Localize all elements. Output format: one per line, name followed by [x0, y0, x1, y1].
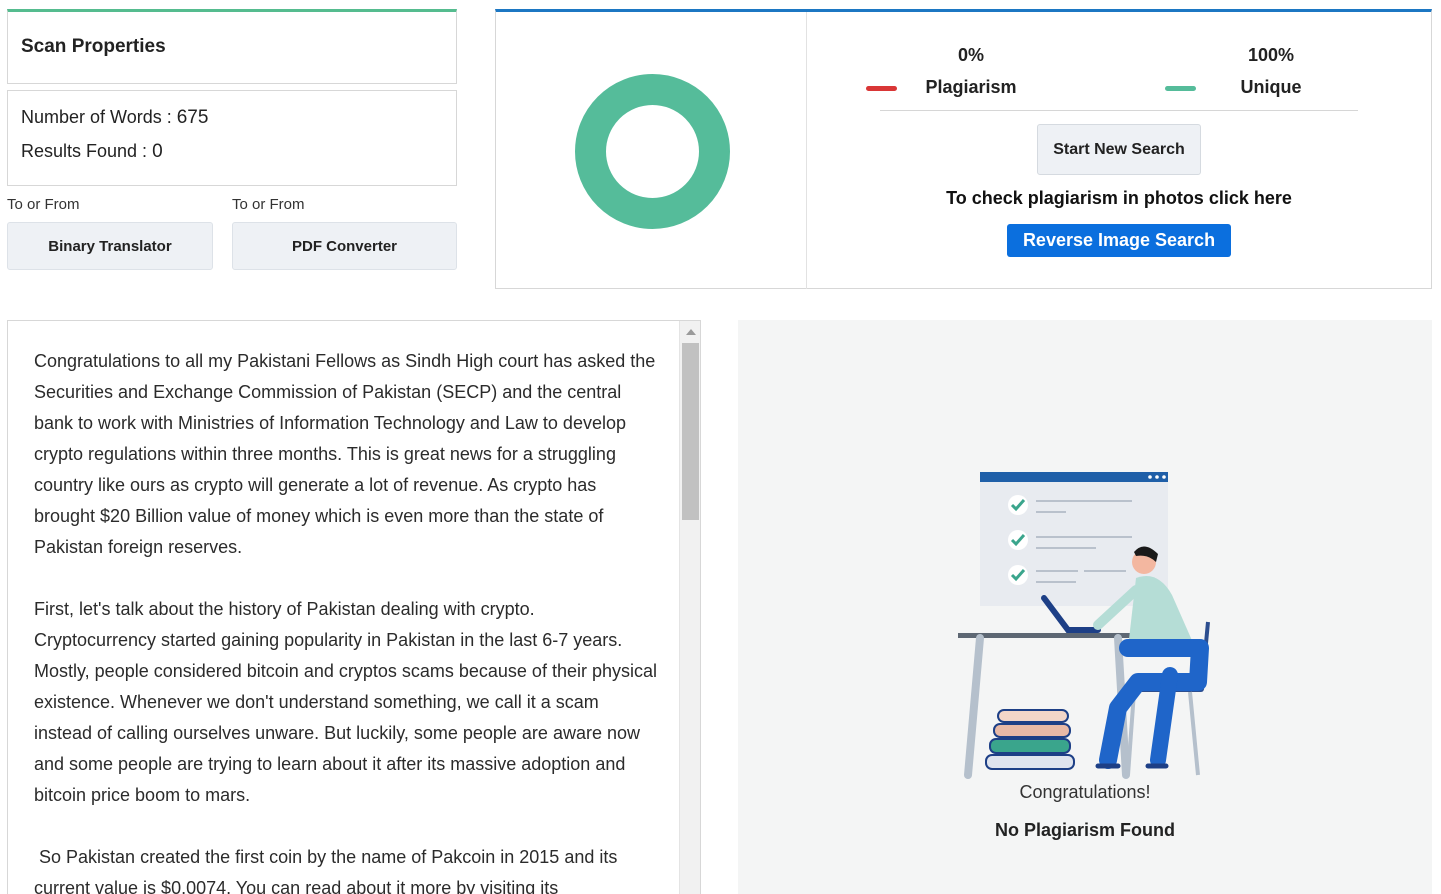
congratulations-text: Congratulations!	[1019, 782, 1151, 802]
pdf-tool-label: To or From	[232, 196, 305, 213]
unique-label: Unique	[1240, 77, 1302, 97]
results-panel: 0% Plagiarism 100% Unique Start New Sear…	[495, 9, 1432, 289]
book-stack-icon	[985, 709, 1075, 770]
photo-check-text: To check plagiarism in photos click here	[946, 188, 1292, 208]
result-illustration-panel: Congratulations! No Plagiarism Found	[738, 320, 1432, 894]
scanned-text-panel[interactable]: Congratulations to all my Pakistani Fell…	[7, 320, 701, 894]
word-count-label: Number of Words :	[21, 107, 177, 127]
word-count-value: 675	[176, 107, 209, 128]
text-paragraph: First, let's talk about the history of P…	[34, 599, 657, 805]
scan-stats: Number of Words : 675 Results Found : 0	[7, 90, 457, 186]
results-found: Results Found : 0	[21, 141, 163, 163]
text-paragraph: Congratulations to all my Pakistani Fell…	[34, 351, 656, 557]
no-plagiarism-text: No Plagiarism Found	[994, 820, 1176, 840]
unique-legend-swatch	[1165, 86, 1196, 91]
results-donut-chart	[575, 74, 730, 229]
metrics-divider	[880, 110, 1358, 111]
pdf-converter-button[interactable]: PDF Converter	[232, 222, 457, 270]
scroll-up-arrow-icon[interactable]	[686, 329, 696, 335]
binary-tool-label: To or From	[7, 196, 80, 213]
binary-translator-button[interactable]: Binary Translator	[7, 222, 213, 270]
word-count: Number of Words : 675	[21, 107, 208, 129]
unique-ring	[575, 74, 730, 229]
scan-properties-title: Scan Properties	[21, 36, 166, 57]
start-new-search-button[interactable]: Start New Search	[1037, 124, 1201, 175]
reverse-image-search-button[interactable]: Reverse Image Search	[1007, 224, 1231, 257]
text-paragraph: So Pakistan created the first coin by th…	[34, 847, 623, 894]
plagiarism-legend-swatch	[866, 86, 897, 91]
text-scrollbar[interactable]	[679, 321, 700, 894]
plagiarism-percentage: 0%	[957, 45, 984, 65]
results-found-label: Results Found :	[21, 141, 153, 161]
plagiarism-label: Plagiarism	[925, 77, 1017, 97]
plagiarism-metric: 0% Plagiarism	[896, 45, 1046, 98]
scrollbar-thumb[interactable]	[682, 343, 699, 520]
unique-metric: 100% Unique	[1196, 45, 1346, 98]
scan-properties-header: Scan Properties	[7, 9, 457, 84]
person-at-laptop-illustration	[958, 472, 1210, 779]
unique-percentage: 100%	[1247, 45, 1295, 65]
scanned-text: Congratulations to all my Pakistani Fell…	[34, 346, 659, 894]
results-divider	[806, 12, 807, 289]
results-found-value: 0	[152, 141, 163, 162]
